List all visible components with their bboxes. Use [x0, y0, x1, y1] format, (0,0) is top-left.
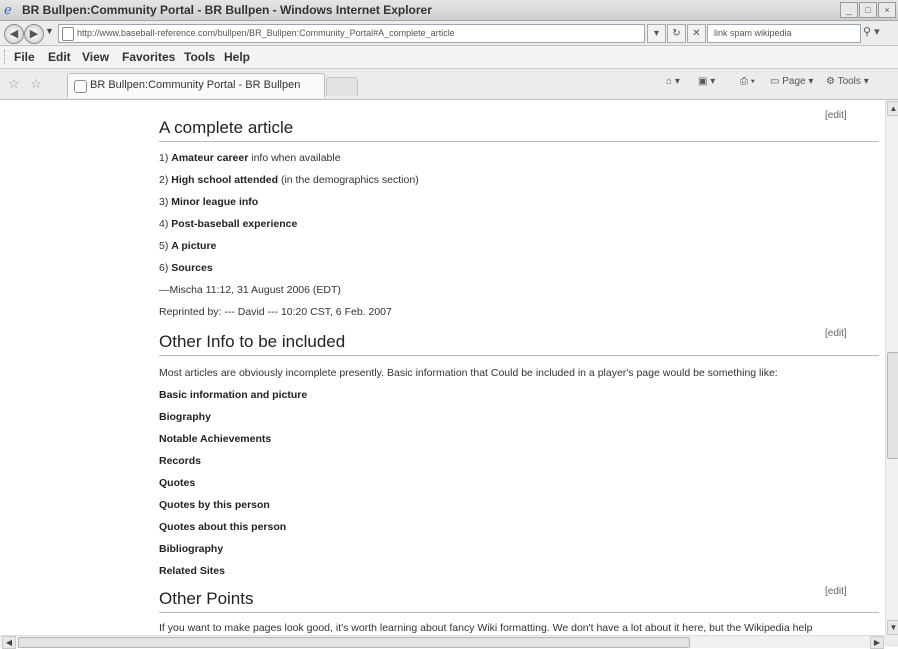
home-icon[interactable]: ⌂ ▾	[666, 76, 680, 87]
paragraph: If you want to make pages look good, it'…	[159, 622, 813, 634]
list-item: Related Sites	[159, 565, 225, 577]
list-item: Records	[159, 455, 202, 467]
menu-edit[interactable]: Edit	[48, 50, 71, 64]
menu-favorites[interactable]: Favorites	[122, 50, 175, 64]
history-dropdown-icon[interactable]: ▼	[45, 26, 54, 36]
menu-tools[interactable]: Tools	[184, 50, 215, 64]
forward-button[interactable]: ▶	[24, 24, 44, 44]
refresh-button[interactable]: ↻	[667, 24, 686, 43]
scroll-left-icon[interactable]: ◀	[2, 636, 16, 649]
new-tab-button[interactable]	[326, 77, 358, 96]
tools-menu-button[interactable]: ⚙ Tools ▾	[826, 76, 869, 87]
list-item: 1) Amateur career info when available	[159, 152, 341, 164]
back-button[interactable]: ◀	[4, 24, 24, 44]
list-item: Quotes by this person	[159, 499, 270, 511]
tools-menu-label: Tools	[837, 76, 861, 87]
window-title-bar: ℯ BR Bullpen:Community Portal - BR Bullp…	[0, 0, 898, 21]
search-input[interactable]: link spam wikipedia	[707, 24, 861, 43]
add-favorites-icon[interactable]: ☆	[30, 76, 42, 92]
close-button[interactable]: ×	[878, 2, 896, 18]
list-item: Biography	[159, 411, 211, 423]
list-item: 3) Minor league info	[159, 196, 259, 208]
vertical-scroll-thumb[interactable]	[887, 352, 898, 459]
heading-divider	[159, 612, 879, 613]
tab-community-portal[interactable]: BR Bullpen:Community Portal - BR Bullpen	[67, 73, 325, 98]
print-icon[interactable]: ⎙ ▾	[740, 76, 755, 87]
search-icon[interactable]: ⚲ ▾	[863, 24, 893, 41]
page-icon	[62, 27, 74, 41]
maximize-button[interactable]: □	[859, 2, 877, 18]
section-intro: Most articles are obviously incomplete p…	[159, 367, 778, 379]
heading-divider	[159, 141, 879, 142]
list-item: Quotes	[159, 477, 196, 489]
list-item: 2) High school attended (in the demograp…	[159, 174, 419, 186]
list-item: Notable Achievements	[159, 433, 272, 445]
tab-bar: ☆ ☆ BR Bullpen:Community Portal - BR Bul…	[0, 69, 898, 100]
list-item: 6) Sources	[159, 262, 213, 274]
scroll-right-icon[interactable]: ▶	[870, 636, 884, 649]
reprinted-note: Reprinted by: --- David --- 10:20 CST, 6…	[159, 306, 392, 318]
scroll-down-icon[interactable]: ▼	[887, 620, 898, 635]
list-item: 4) Post-baseball experience	[159, 218, 298, 230]
feeds-icon[interactable]: ▣ ▾	[698, 76, 715, 87]
search-text[interactable]: link spam wikipedia	[714, 28, 792, 38]
address-bar[interactable]: http://www.baseball-reference.com/bullpe…	[58, 24, 645, 43]
internet-explorer-icon: ℯ	[4, 2, 12, 17]
page-menu-label: Page	[782, 76, 806, 87]
address-dropdown-button[interactable]: ▾	[647, 24, 666, 43]
page-icon: ▭	[770, 76, 783, 87]
menu-bar: File Edit View Favorites Tools Help	[0, 46, 898, 69]
menu-file[interactable]: File	[14, 50, 35, 64]
minimize-button[interactable]: _	[840, 2, 858, 18]
list-item: Bibliography	[159, 543, 224, 555]
page-content: [edit] A complete article 1) Amateur car…	[0, 100, 885, 635]
page-menu-button[interactable]: ▭ Page ▾	[770, 76, 813, 87]
address-url[interactable]: http://www.baseball-reference.com/bullpe…	[77, 28, 455, 38]
section-heading: Other Info to be included	[159, 332, 346, 351]
list-item: 5) A picture	[159, 240, 217, 252]
tab-page-icon	[74, 80, 87, 93]
menu-help[interactable]: Help	[224, 50, 250, 64]
address-row: ◀ ▶ ▼ http://www.baseball-reference.com/…	[0, 21, 898, 46]
edit-link[interactable]: [edit]	[825, 110, 847, 121]
edit-link[interactable]: [edit]	[825, 328, 847, 339]
menu-view[interactable]: View	[82, 50, 109, 64]
favorites-star-icon[interactable]: ☆	[8, 76, 20, 92]
list-item: Quotes about this person	[159, 521, 287, 533]
signature: —Mischa 11:12, 31 August 2006 (EDT)	[159, 284, 341, 296]
list-item: Basic information and picture	[159, 389, 308, 401]
toolbar-grip	[4, 50, 7, 64]
window-title: BR Bullpen:Community Portal - BR Bullpen…	[22, 3, 432, 17]
scroll-up-icon[interactable]: ▲	[887, 101, 898, 116]
heading-divider	[159, 355, 879, 356]
section-heading: Other Points	[159, 589, 254, 608]
vertical-scrollbar[interactable]: ▲ ▼	[885, 100, 898, 635]
section-heading: A complete article	[159, 118, 294, 137]
horizontal-scroll-thumb[interactable]	[18, 637, 690, 648]
scrollbar-corner	[885, 635, 898, 647]
edit-link[interactable]: [edit]	[825, 586, 847, 597]
window-controls: _ □ ×	[840, 2, 896, 18]
gear-icon: ⚙	[826, 76, 838, 87]
tab-label: BR Bullpen:Community Portal - BR Bullpen	[90, 79, 301, 91]
horizontal-scrollbar[interactable]: ◀ ▶	[0, 635, 885, 649]
stop-button[interactable]: ✕	[687, 24, 706, 43]
